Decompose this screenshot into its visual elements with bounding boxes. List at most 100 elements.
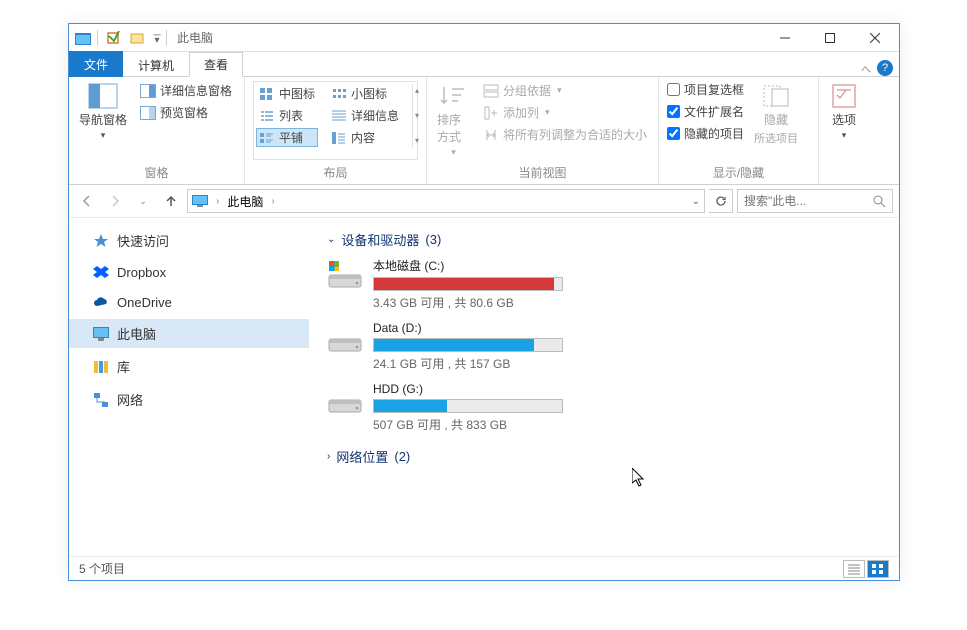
libraries-icon: [93, 359, 109, 375]
drive-stat: 24.1 GB 可用 , 共 157 GB: [373, 355, 573, 372]
nav-recent-button[interactable]: ⌄: [131, 189, 155, 213]
sidebar-item-network[interactable]: 网络: [69, 385, 309, 414]
qat-properties-icon[interactable]: [102, 27, 124, 49]
details-pane-button[interactable]: 详细信息窗格: [137, 81, 235, 100]
nav-back-button[interactable]: [75, 189, 99, 213]
search-input[interactable]: [744, 194, 854, 208]
tab-computer[interactable]: 计算机: [123, 53, 189, 77]
layout-medium-icons[interactable]: 中图标: [256, 84, 318, 103]
section-header-network[interactable]: › 网络位置 (2): [327, 447, 881, 466]
chevron-right-icon[interactable]: ›: [216, 196, 219, 207]
chevron-down-icon: ⌄: [327, 234, 335, 245]
drive-stat: 3.43 GB 可用 , 共 80.6 GB: [373, 294, 573, 311]
content-pane[interactable]: ⌄ 设备和驱动器 (3) 本地磁盘 (C:) 3.43 GB 可用 , 共 80…: [309, 218, 899, 556]
separator: [97, 30, 98, 46]
dropbox-icon: [93, 264, 109, 280]
checkbox-hidden-items[interactable]: 隐藏的项目: [667, 125, 744, 142]
drive-icon: [327, 259, 363, 291]
search-icon[interactable]: [873, 195, 886, 208]
address-bar: ⌄ › 此电脑 › ⌄: [69, 185, 899, 218]
sidebar-item-dropbox[interactable]: Dropbox: [69, 259, 309, 285]
nav-forward-button[interactable]: [103, 189, 127, 213]
drive-item[interactable]: HDD (G:) 507 GB 可用 , 共 833 GB: [327, 382, 577, 433]
ribbon-group-options: 选项 ▾: [819, 77, 869, 184]
autosize-columns-button[interactable]: 将所有列调整为合适的大小: [480, 125, 650, 144]
section-header-drives[interactable]: ⌄ 设备和驱动器 (3): [327, 230, 881, 249]
maximize-button[interactable]: [807, 24, 852, 52]
ribbon-group-current-view: 排序方式 ▾ 分组依据▾ 添加列▾ 将所有列调整为合适的大小 当前视图: [427, 77, 659, 184]
chevron-right-icon[interactable]: ›: [271, 196, 274, 207]
status-item-count: 5 个项目: [79, 560, 125, 577]
drive-item[interactable]: Data (D:) 24.1 GB 可用 , 共 157 GB: [327, 321, 577, 372]
add-column-button[interactable]: 添加列▾: [480, 103, 650, 122]
layout-content[interactable]: 内容: [328, 128, 402, 147]
collapse-ribbon-icon[interactable]: へ: [861, 61, 871, 76]
group-label-show-hide: 显示/隐藏: [667, 162, 810, 182]
layout-details[interactable]: 详细信息: [328, 106, 402, 125]
group-label-panes: 窗格: [77, 162, 236, 182]
drive-icon: [327, 323, 363, 355]
drive-usage-bar: [373, 399, 563, 413]
main-area: 快速访问 Dropbox OneDrive 此电脑 库: [69, 218, 899, 556]
nav-pane-button[interactable]: 导航窗格 ▾: [77, 81, 129, 143]
close-button[interactable]: [852, 24, 897, 52]
nav-sidebar: 快速访问 Dropbox OneDrive 此电脑 库: [69, 218, 309, 556]
address-segment[interactable]: 此电脑: [227, 193, 263, 210]
drive-stat: 507 GB 可用 , 共 833 GB: [373, 416, 573, 433]
group-label-current-view: 当前视图: [435, 162, 650, 182]
view-toggle-details[interactable]: [843, 560, 865, 578]
preview-pane-button[interactable]: 预览窗格: [137, 103, 235, 122]
sidebar-item-this-pc[interactable]: 此电脑: [69, 319, 309, 348]
status-bar: 5 个项目: [69, 556, 899, 580]
layout-tiles[interactable]: 平铺: [256, 128, 318, 147]
drives-container: 本地磁盘 (C:) 3.43 GB 可用 , 共 80.6 GB Data (D…: [327, 257, 881, 443]
drive-usage-bar: [373, 277, 563, 291]
layout-list[interactable]: 列表: [256, 106, 318, 125]
layout-scroll-up[interactable]: ▴: [415, 86, 419, 95]
chevron-right-icon: ›: [327, 451, 330, 462]
sidebar-item-libraries[interactable]: 库: [69, 352, 309, 381]
separator: [166, 30, 167, 46]
ribbon-tabs: 文件 计算机 查看 へ ?: [69, 52, 899, 76]
group-by-button[interactable]: 分组依据▾: [480, 81, 650, 100]
sidebar-item-onedrive[interactable]: OneDrive: [69, 289, 309, 315]
checkbox-file-extensions[interactable]: 文件扩展名: [667, 103, 744, 120]
search-box[interactable]: [737, 189, 893, 213]
sidebar-item-quick-access[interactable]: 快速访问: [69, 226, 309, 255]
minimize-button[interactable]: [762, 24, 807, 52]
address-box[interactable]: › 此电脑 › ⌄: [187, 189, 705, 213]
address-dropdown-icon[interactable]: ⌄: [692, 196, 700, 207]
pc-icon: [93, 326, 109, 342]
checkbox-item-checkboxes[interactable]: 项目复选框: [667, 81, 744, 98]
options-button[interactable]: 选项 ▾: [827, 81, 861, 143]
app-icon: [75, 32, 91, 44]
drive-name: Data (D:): [373, 321, 573, 335]
layout-expand[interactable]: ▾: [415, 136, 419, 145]
ribbon-group-panes: 导航窗格 ▾ 详细信息窗格 预览窗格 窗格: [69, 77, 245, 184]
drive-usage-bar: [373, 338, 563, 352]
star-icon: [93, 233, 109, 249]
network-icon: [93, 392, 109, 408]
title-bar: ─▾ 此电脑: [69, 24, 899, 52]
explorer-window: ─▾ 此电脑 文件 计算机 查看 へ ? 导航窗格 ▾: [68, 23, 900, 581]
drive-name: HDD (G:): [373, 382, 573, 396]
nav-up-button[interactable]: [159, 189, 183, 213]
sort-by-button[interactable]: 排序方式 ▾: [435, 81, 472, 160]
tab-view[interactable]: 查看: [189, 52, 243, 77]
refresh-button[interactable]: [709, 189, 733, 213]
drive-name: 本地磁盘 (C:): [373, 257, 573, 274]
ribbon-group-layout: 中图标 列表 平铺 小图标 详细信息 内容 ▴ ▾ ▾: [245, 77, 427, 184]
hide-selected-button[interactable]: 隐藏 所选项目: [752, 81, 800, 148]
view-toggle-tiles[interactable]: [867, 560, 889, 578]
ribbon-group-show-hide: 项目复选框 文件扩展名 隐藏的项目 隐藏 所选项目 显示/隐藏: [659, 77, 819, 184]
drive-item[interactable]: 本地磁盘 (C:) 3.43 GB 可用 , 共 80.6 GB: [327, 257, 577, 311]
qat-new-folder-icon[interactable]: [126, 27, 148, 49]
drive-icon: [327, 384, 363, 416]
layout-scroll-down[interactable]: ▾: [415, 111, 419, 120]
ribbon: 导航窗格 ▾ 详细信息窗格 预览窗格 窗格: [69, 76, 899, 185]
help-icon[interactable]: ?: [877, 60, 893, 76]
layout-small-icons[interactable]: 小图标: [328, 84, 402, 103]
qat-dropdown-icon[interactable]: ─▾: [150, 27, 164, 49]
tab-file[interactable]: 文件: [69, 51, 123, 77]
window-title: 此电脑: [177, 29, 762, 46]
